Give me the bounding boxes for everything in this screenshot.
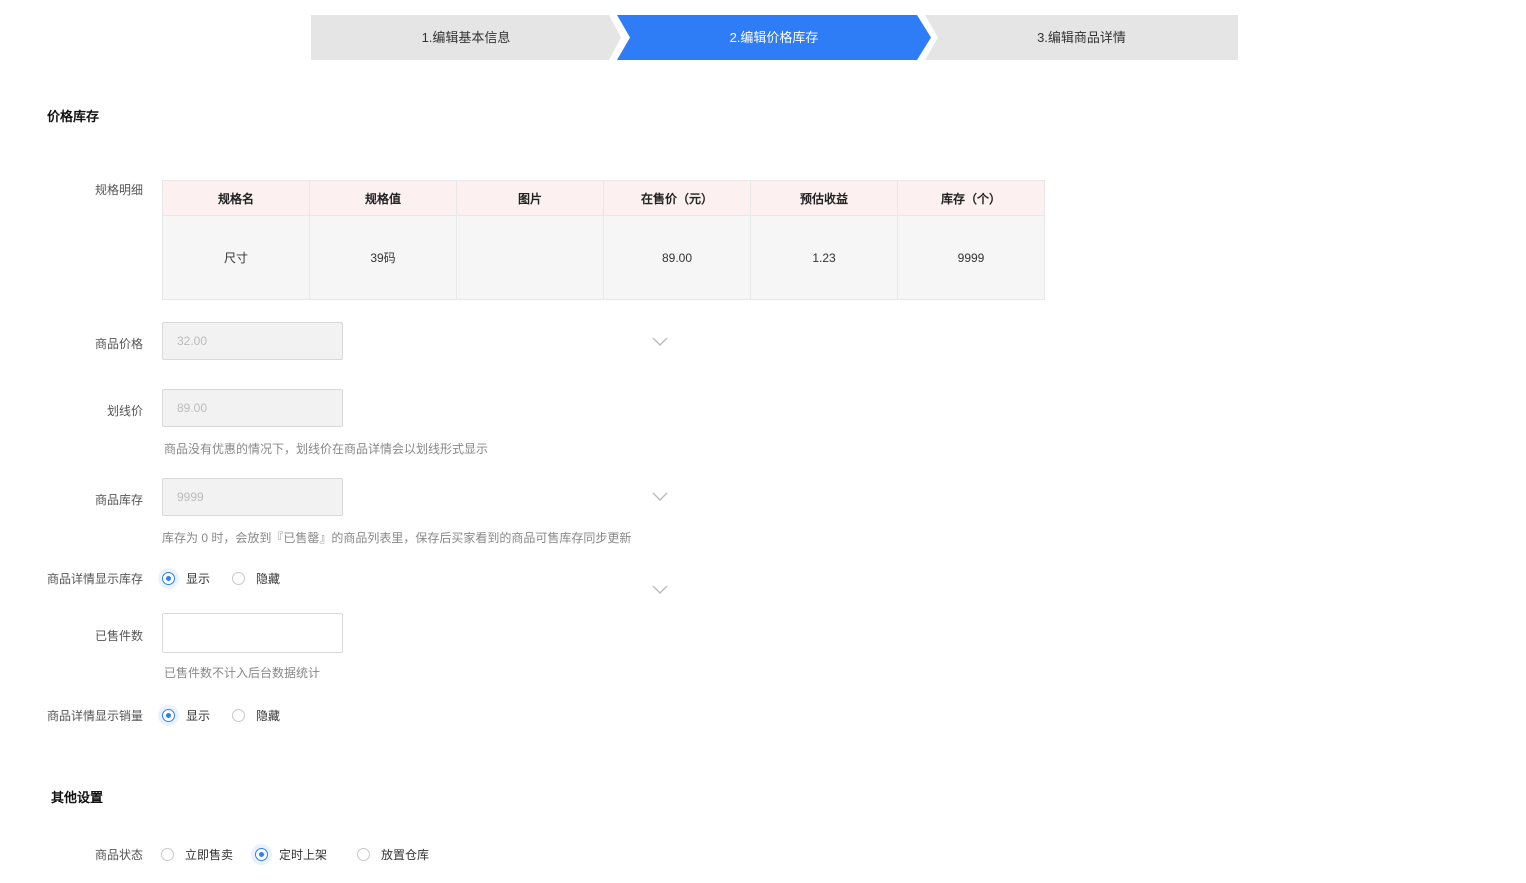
sold-count-input[interactable] [162,613,343,653]
price-label: 商品价格 [94,337,143,351]
chevron-down-icon[interactable] [652,492,668,502]
show-stock-show-radio[interactable]: 显示 [162,570,210,587]
chevron-down-icon[interactable] [652,585,668,595]
radio-unchecked-icon [232,572,246,585]
spec-table: 规格名 规格值 图片 在售价（元） 预估收益 库存（个） 尺寸 39码 89.0… [162,180,1045,300]
status-warehouse-radio[interactable]: 放置仓库 [357,846,429,863]
radio-unchecked-icon [232,709,246,722]
step-1-label: 1.编辑基本信息 [421,30,511,45]
cell-stock: 9999 [897,215,1045,300]
stock-hint: 库存为 0 时，会放到『已售罄』的商品列表里，保存后买家看到的商品可售库存同步更… [162,531,632,545]
radio-label: 放置仓库 [381,848,430,862]
step-3-label: 3.编辑商品详情 [1037,30,1126,45]
product-status-radio-group: 立即售卖 定时上架 放置仓库 [161,846,451,863]
header-estimated-income: 预估收益 [750,180,898,216]
cell-image[interactable] [456,215,604,300]
header-spec-name: 规格名 [162,180,310,216]
radio-unchecked-icon [161,848,174,861]
radio-label: 隐藏 [256,709,281,723]
status-scheduled-radio[interactable]: 定时上架 [255,846,327,863]
radio-checked-icon [162,572,175,585]
cell-spec-name: 尺寸 [162,215,310,300]
radio-label: 定时上架 [279,848,328,862]
header-spec-value: 规格值 [309,180,457,216]
cell-estimated-income: 1.23 [750,215,898,300]
sold-count-hint: 已售件数不计入后台数据统计 [164,666,321,680]
show-stock-radio-group: 显示 隐藏 [162,570,302,587]
header-stock: 库存（个） [897,180,1045,216]
show-sales-radio-group: 显示 隐藏 [162,707,302,724]
show-stock-hide-radio[interactable]: 隐藏 [232,570,280,587]
step-2-label: 2.编辑价格库存 [729,30,819,45]
step-2[interactable]: 2.编辑价格库存 [617,15,931,60]
show-stock-label: 商品详情显示库存 [46,572,143,586]
spec-table-header-row: 规格名 规格值 图片 在售价（元） 预估收益 库存（个） [162,180,1045,216]
status-sell-now-radio[interactable]: 立即售卖 [161,846,233,863]
table-row: 尺寸 39码 89.00 1.23 9999 [162,215,1045,300]
product-status-label: 商品状态 [94,848,143,862]
header-sale-price: 在售价（元） [603,180,751,216]
radio-checked-icon [255,848,269,861]
header-image: 图片 [456,180,604,216]
original-price-label: 划线价 [106,404,143,418]
show-sales-show-radio[interactable]: 显示 [162,707,210,724]
step-1[interactable]: 1.编辑基本信息 [311,15,621,60]
section-title-price-stock: 价格库存 [47,109,100,124]
cell-spec-value: 39码 [309,215,457,300]
show-sales-hide-radio[interactable]: 隐藏 [232,707,280,724]
stock-label: 商品库存 [94,493,143,507]
original-price-hint: 商品没有优惠的情况下，划线价在商品详情会以划线形式显示 [164,442,489,456]
cell-sale-price: 89.00 [603,215,751,300]
sold-count-label: 已售件数 [94,629,143,643]
spec-detail-label: 规格明细 [94,183,143,197]
price-input[interactable]: 32.00 [162,322,343,360]
stock-input[interactable]: 9999 [162,478,343,516]
radio-checked-icon [162,709,175,722]
show-sales-label: 商品详情显示销量 [46,709,143,723]
radio-label: 隐藏 [256,572,281,586]
radio-unchecked-icon [357,848,371,861]
section-title-other-settings: 其他设置 [51,790,104,805]
step-progress: 1.编辑基本信息 2.编辑价格库存 3.编辑商品详情 [311,15,1238,60]
original-price-input[interactable]: 89.00 [162,389,343,427]
radio-label: 显示 [186,572,211,586]
step-3[interactable]: 3.编辑商品详情 [925,15,1238,60]
radio-label: 显示 [186,709,211,723]
radio-label: 立即售卖 [185,848,234,862]
chevron-down-icon[interactable] [652,337,668,347]
